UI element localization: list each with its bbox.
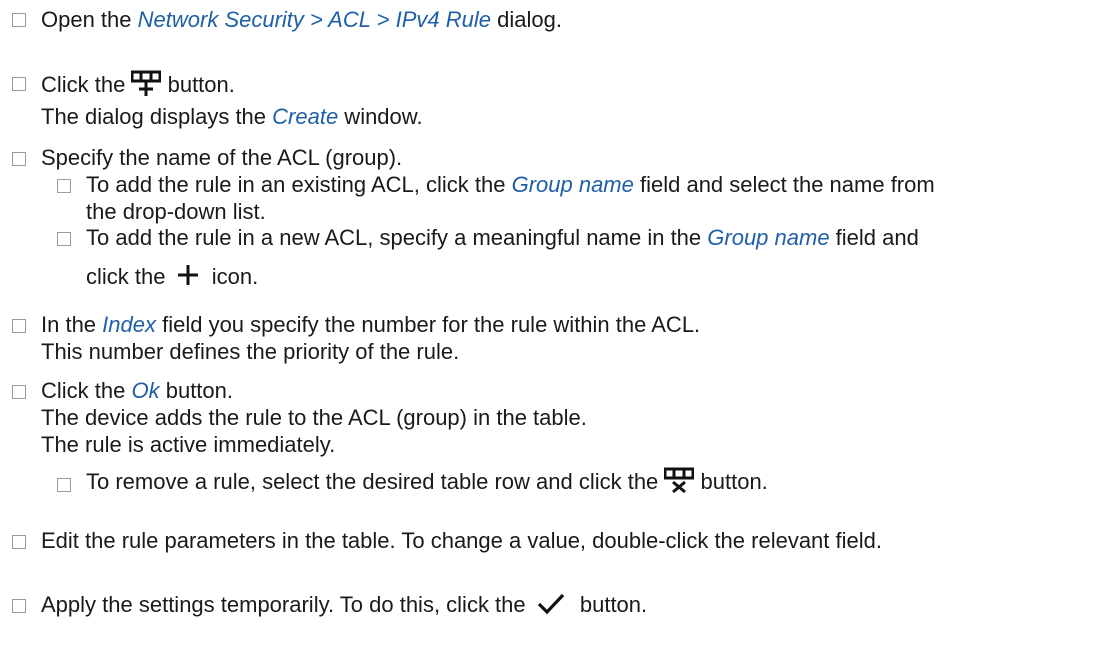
step-7: Apply the settings temporarily. To do th… [41,591,647,621]
step-5-line2: The device adds the rule to the ACL (gro… [41,405,587,431]
checkbox[interactable] [57,179,71,193]
step-text: Specify the name of the ACL (group). [41,145,403,170]
result-text: The dialog displays the [41,104,273,129]
step-4: In the Index field you specify the numbe… [41,312,700,338]
step-text: Open the [41,7,138,32]
step-text: This number defines the priority of the … [41,339,460,364]
step-text: button. [161,71,235,97]
checkbox[interactable] [12,535,26,549]
result-text: The device adds the rule to the ACL (gro… [41,405,587,430]
instruction-page: { "steps": [ { "a": "Open the ", "ref": … [0,0,1106,661]
step-text: field and select the name from [633,172,935,197]
step-text: click the [86,263,172,289]
step-1: Open the Network Security > ACL > IPv4 R… [41,7,562,33]
step-6: Edit the rule parameters in the table. T… [41,528,882,554]
step-3a: To add the rule in an existing ACL, clic… [86,172,935,198]
button-reference: Ok [131,378,160,403]
field-reference: Group name [707,225,830,250]
step-text: dialog. [491,7,562,32]
step-3b: To add the rule in a new ACL, specify a … [86,225,919,251]
step-text: button. [573,591,648,617]
step-text: the drop-down list. [86,199,266,224]
checkmark-icon [536,591,566,621]
step-3b-line2: click the icon. [86,263,258,293]
result-text: window. [338,104,423,129]
step-5: Click the Ok button. [41,378,233,404]
field-reference: Group name [511,172,634,197]
step-5a: To remove a rule, select the desired tab… [86,466,768,500]
result-text: The rule is active immediately. [41,432,336,457]
step-3a-line2: the drop-down list. [86,199,266,225]
step-text: Apply the settings temporarily. To do th… [41,591,532,617]
step-3: Specify the name of the ACL (group). [41,145,402,171]
step-2: Click the button. [41,69,235,103]
checkbox[interactable] [57,478,71,492]
checkbox[interactable] [12,385,26,399]
step-text: To remove a rule, select the desired tab… [86,468,665,494]
step-text: icon. [205,263,259,289]
step-5-line3: The rule is active immediately. [41,432,335,458]
step-text: In the [41,312,103,337]
create-table-row-icon [130,69,162,103]
checkbox[interactable] [12,319,26,333]
step-text: To add the rule in a new ACL, specify a … [86,225,708,250]
step-text: field you specify the number for the rul… [155,312,701,337]
checkbox[interactable] [12,77,26,91]
dialog-reference: Network Security > ACL > IPv4 Rule [137,7,492,32]
step-text: Edit the rule parameters in the table. T… [41,528,882,553]
step-text: button. [694,468,768,494]
step-text: To add the rule in an existing ACL, clic… [86,172,512,197]
checkbox[interactable] [57,232,71,246]
step-text: Click the [41,378,132,403]
checkbox[interactable] [12,13,26,27]
step-2-result: The dialog displays the Create window. [41,104,423,130]
plus-icon [176,263,200,293]
checkbox[interactable] [12,152,26,166]
step-text: field and [829,225,919,250]
window-reference: Create [272,104,339,129]
step-4-line2: This number defines the priority of the … [41,339,459,365]
checkbox[interactable] [12,599,26,613]
step-text: button. [159,378,233,403]
remove-table-row-icon [663,466,695,500]
step-text: Click the [41,71,132,97]
field-reference: Index [102,312,156,337]
